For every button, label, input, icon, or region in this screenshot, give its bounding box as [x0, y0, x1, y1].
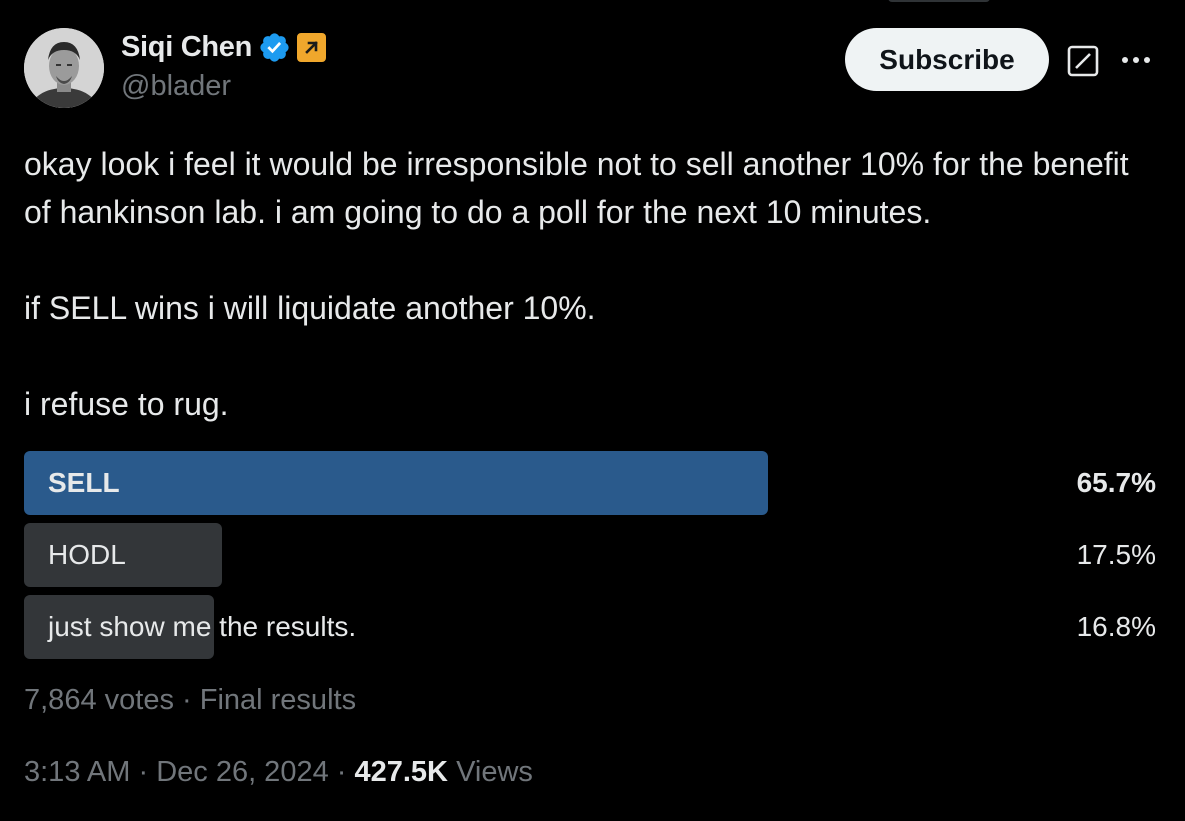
author-name-row: Siqi Chen [121, 27, 327, 67]
tweet-paragraph-3: i refuse to rug. [24, 386, 229, 422]
poll-option-percent: 65.7% [1076, 467, 1156, 498]
poll-option-label: SELL [48, 467, 120, 498]
grok-icon[interactable] [1066, 44, 1100, 78]
poll-option-percent: 16.8% [1076, 611, 1156, 642]
poll-option-label: HODL [48, 539, 126, 570]
poll-meta: 7,864 votes · Final results [24, 684, 356, 717]
separator: · [182, 684, 200, 716]
avatar-photo [24, 28, 104, 108]
tweet-timestamp: 3:13 AM · Dec 26, 2024 · 427.5K Views [24, 756, 533, 789]
affiliate-badge-icon[interactable] [297, 32, 327, 62]
subscribe-button[interactable]: Subscribe [845, 28, 1049, 91]
arrow-up-right-icon [304, 41, 318, 54]
tweet-date[interactable]: Dec 26, 2024 [156, 756, 329, 788]
top-edge-element [888, 0, 990, 2]
verified-badge-icon[interactable] [258, 31, 291, 64]
author-handle[interactable]: @blader [121, 70, 231, 103]
more-options-button[interactable] [1116, 40, 1156, 80]
views-label: Views [456, 756, 533, 788]
views-count: 427.5K [354, 756, 448, 788]
poll-option-label: just show me the results. [48, 611, 357, 642]
tweet-text: okay look i feel it would be irresponsib… [24, 140, 1164, 428]
tweet-time[interactable]: 3:13 AM [24, 756, 130, 788]
more-icon [1122, 57, 1150, 63]
avatar[interactable] [24, 28, 104, 108]
poll-votes: 7,864 votes [24, 684, 174, 716]
poll-option-percent: 17.5% [1076, 539, 1156, 570]
author-name[interactable]: Siqi Chen [121, 31, 252, 64]
poll-status: Final results [199, 684, 357, 716]
separator: · [336, 756, 355, 788]
separator: · [138, 756, 157, 788]
tweet-paragraph-2: if SELL wins i will liquidate another 10… [24, 290, 596, 326]
poll-option-hodl[interactable]: HODL 17.5% [24, 523, 1156, 587]
poll-option-show-results[interactable]: just show me the results. 16.8% [24, 595, 1156, 659]
poll-option-sell[interactable]: SELL 65.7% [24, 451, 1156, 515]
tweet-paragraph-1: okay look i feel it would be irresponsib… [24, 146, 1129, 230]
poll-bar [24, 451, 768, 515]
